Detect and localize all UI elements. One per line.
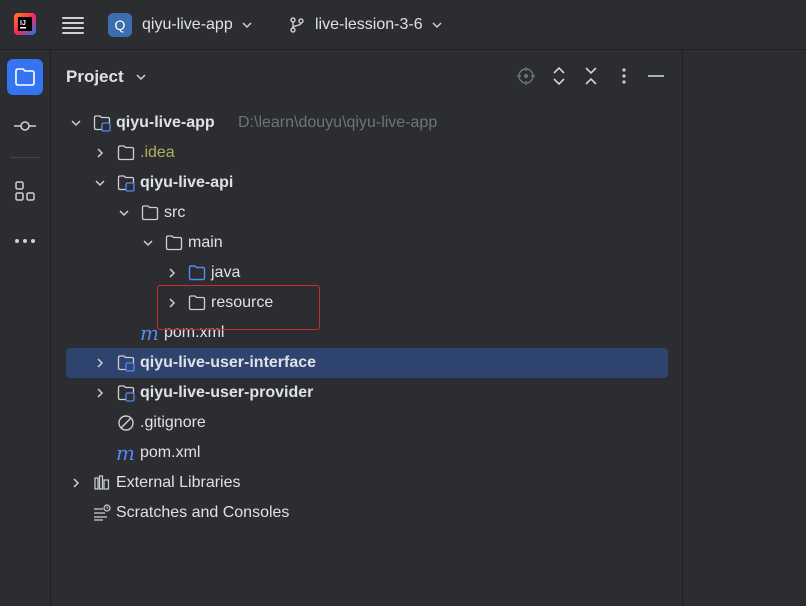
tree-item-idea[interactable]: .idea <box>66 138 668 168</box>
panel-header: Project <box>51 51 682 101</box>
tree-label: qiyu-live-user-interface <box>140 354 317 371</box>
folder-icon <box>15 68 35 86</box>
tree-label: qiyu-live-user-provider <box>140 384 314 401</box>
chevron-down-icon <box>432 22 442 29</box>
annotation-highlight-box <box>157 285 320 330</box>
folder-icon <box>117 145 135 161</box>
tool-separator <box>10 157 40 158</box>
tree-item-user-interface[interactable]: qiyu-live-user-interface <box>66 348 668 378</box>
tree-item-gitignore[interactable]: .gitignore <box>66 408 668 438</box>
commit-tool-button[interactable] <box>7 108 43 144</box>
project-tool-button[interactable] <box>7 59 43 95</box>
editor-area <box>682 51 806 606</box>
branch-name: live-lession-3-6 <box>315 16 423 33</box>
tree-item-external-libraries[interactable]: External Libraries <box>66 468 668 498</box>
intellij-logo-icon[interactable]: IJ <box>13 12 37 36</box>
folder-icon <box>141 205 159 221</box>
tree-label: main <box>188 234 223 251</box>
structure-icon <box>15 181 35 201</box>
source-folder-icon <box>188 265 206 281</box>
structure-tool-button[interactable] <box>7 173 43 209</box>
project-switcher[interactable]: Q qiyu-live-app <box>108 11 253 39</box>
tree-label: .idea <box>140 144 175 161</box>
ignore-file-icon <box>118 415 134 431</box>
collapse-all-icon[interactable] <box>581 66 601 86</box>
tree-item-main[interactable]: main <box>66 228 668 258</box>
chevron-right-icon[interactable] <box>166 267 178 279</box>
tree-label: Scratches and Consoles <box>116 504 290 521</box>
module-folder-icon <box>117 355 135 372</box>
title-bar: IJ Q qiyu-live-app live-lession-3-6 <box>0 0 806 50</box>
locate-icon[interactable] <box>516 66 536 86</box>
main-menu-icon[interactable] <box>62 14 84 36</box>
chevron-right-icon[interactable] <box>94 147 106 159</box>
project-badge: Q <box>108 13 132 37</box>
more-vertical-icon[interactable] <box>614 66 634 86</box>
tree-label: java <box>211 264 241 281</box>
more-tools-button[interactable] <box>7 223 43 259</box>
project-name: qiyu-live-app <box>142 16 233 33</box>
module-folder-icon <box>117 175 135 192</box>
branch-switcher[interactable]: live-lession-3-6 <box>288 11 443 39</box>
tree-label: pom.xml <box>140 444 201 461</box>
chevron-down-icon[interactable] <box>70 117 82 129</box>
scratches-icon <box>94 504 111 521</box>
tree-label: src <box>164 204 186 221</box>
folder-icon <box>165 235 183 251</box>
project-path: D:\learn\douyu\qiyu-live-app <box>238 114 438 131</box>
module-folder-icon <box>93 115 111 132</box>
maven-icon: m <box>116 441 135 465</box>
module-folder-icon <box>117 385 135 402</box>
tree-label: External Libraries <box>116 474 241 491</box>
chevron-right-icon[interactable] <box>94 387 106 399</box>
tree-item-api[interactable]: qiyu-live-api <box>66 168 668 198</box>
project-panel: Project qiyu-live-app D:\learn\douyu\qiy… <box>51 51 682 606</box>
svg-text:IJ: IJ <box>20 20 26 27</box>
chevron-down-icon[interactable] <box>135 71 147 83</box>
tree-item-root-pom[interactable]: m pom.xml <box>66 438 668 468</box>
tree-item-src[interactable]: src <box>66 198 668 228</box>
expand-all-icon[interactable] <box>549 66 569 86</box>
minimize-icon[interactable] <box>646 66 666 86</box>
chevron-down-icon <box>242 22 252 29</box>
chevron-down-icon[interactable] <box>118 207 130 219</box>
panel-title[interactable]: Project <box>66 67 124 87</box>
tree-item-java[interactable]: java <box>66 258 668 288</box>
chevron-down-icon[interactable] <box>94 177 106 189</box>
chevron-down-icon[interactable] <box>142 237 154 249</box>
tree-label: .gitignore <box>140 414 206 431</box>
tree-label: qiyu-live-app <box>116 114 215 131</box>
commit-icon <box>14 121 36 131</box>
tree-item-root[interactable]: qiyu-live-app D:\learn\douyu\qiyu-live-a… <box>66 108 668 138</box>
chevron-right-icon[interactable] <box>94 357 106 369</box>
tool-window-strip <box>0 51 51 606</box>
more-horizontal-icon <box>15 239 35 243</box>
tree-label: qiyu-live-api <box>140 174 234 191</box>
chevron-right-icon[interactable] <box>70 477 82 489</box>
git-branch-icon <box>290 17 304 33</box>
library-icon <box>94 475 110 490</box>
tree-item-scratches[interactable]: Scratches and Consoles <box>66 498 668 528</box>
tree-item-user-provider[interactable]: qiyu-live-user-provider <box>66 378 668 408</box>
